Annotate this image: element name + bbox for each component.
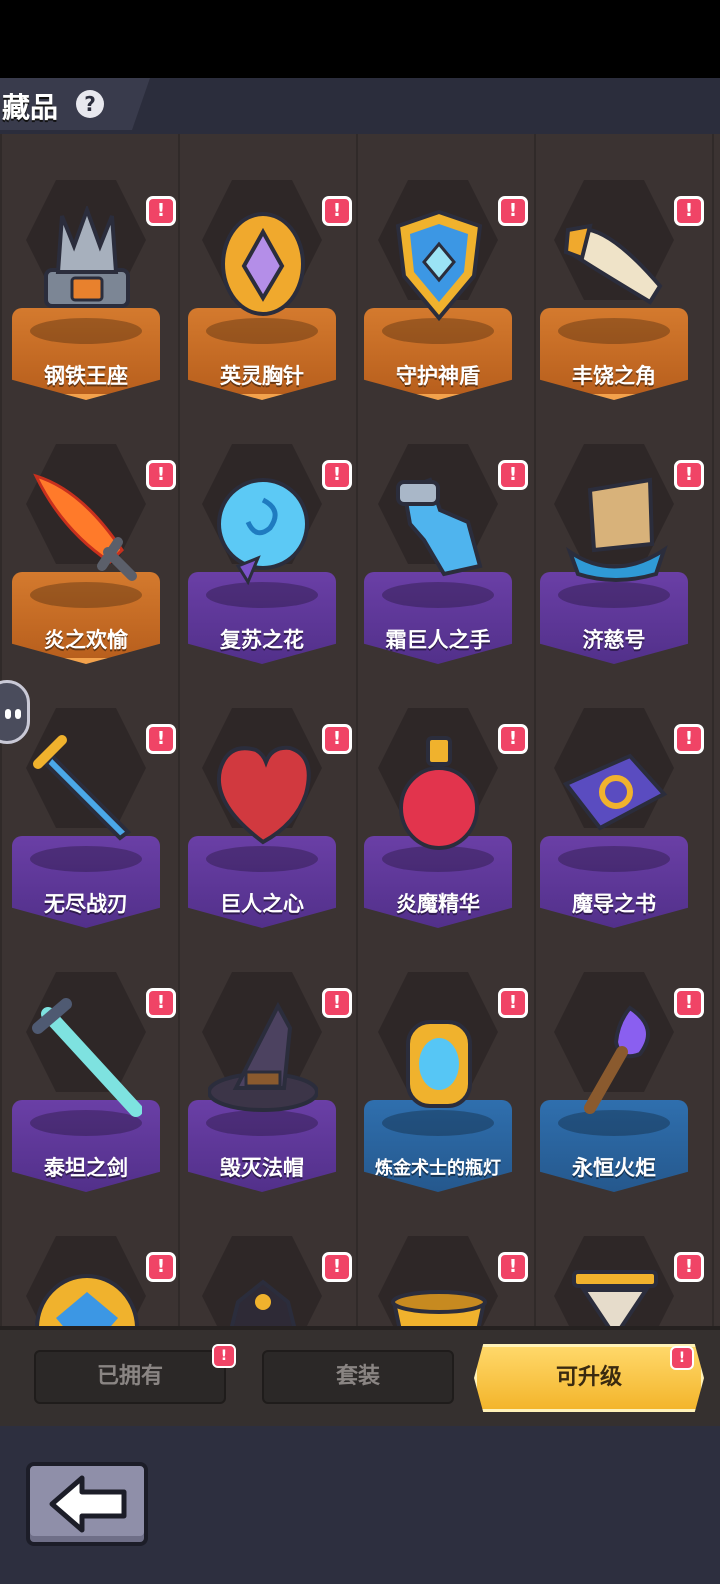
item-name: 复苏之花	[220, 628, 304, 652]
alert-badge-icon: !	[146, 988, 176, 1018]
flame-sword-icon	[32, 470, 142, 590]
alert-badge-icon: !	[322, 988, 352, 1018]
collection-slot[interactable]: 钢铁王座!	[2, 160, 176, 400]
status-bar-area	[0, 0, 720, 78]
titan-sword-icon	[32, 998, 143, 1118]
iron-throne-icon	[32, 204, 142, 326]
collection-slot[interactable]: 巨人之心!	[178, 688, 352, 928]
item-name: 济慈号	[582, 628, 646, 652]
alert-badge-icon: !	[322, 724, 352, 754]
collection-grid: 钢铁王座! 英灵胸针! 守护神盾! 丰饶之角! 炎之欢愉! 复苏之花! 霜巨人之手! 济慈号!…	[0, 134, 720, 1326]
alert-badge-icon: !	[146, 196, 176, 226]
alert-badge-icon: !	[674, 724, 704, 754]
torch-icon	[560, 998, 670, 1118]
tab-upgradable-alert-icon: !	[670, 1346, 694, 1370]
hourglass-icon	[560, 1262, 670, 1326]
item-name: 永恒火炬	[572, 1156, 656, 1180]
tab-upgradable-label: 可升级	[555, 1365, 622, 1390]
spellbook-icon	[560, 734, 670, 854]
cloak-icon	[208, 1262, 318, 1326]
arrow-left-icon	[49, 1475, 127, 1533]
alert-badge-icon: !	[498, 724, 528, 754]
footer	[0, 1426, 720, 1584]
item-name: 霜巨人之手	[385, 628, 491, 652]
lantern-icon	[384, 998, 494, 1118]
help-icon[interactable]: ?	[76, 90, 104, 118]
floating-assistant-handle[interactable]	[0, 680, 30, 744]
collection-slot[interactable]: 泰坦之剑!	[2, 952, 176, 1192]
collection-slot[interactable]: 魔导之书!	[530, 688, 704, 928]
collection-slot[interactable]: 济慈号!	[530, 424, 704, 664]
item-name: 守护神盾	[396, 364, 480, 388]
shield-icon	[384, 206, 494, 326]
item-name: 炎魔精华	[396, 892, 480, 916]
alert-badge-icon: !	[146, 460, 176, 490]
item-name: 炎之欢愉	[44, 628, 128, 652]
collection-slot[interactable]: !	[178, 1216, 352, 1326]
item-name: 毁灭法帽	[220, 1156, 304, 1180]
horn-icon	[560, 206, 670, 326]
collection-slot[interactable]: 永恒火炬!	[530, 952, 704, 1192]
alert-badge-icon: !	[146, 1252, 176, 1282]
collection-slot[interactable]: !	[2, 1216, 176, 1326]
alert-badge-icon: !	[322, 196, 352, 226]
item-name: 英灵胸针	[220, 364, 304, 388]
collection-slot[interactable]: 守护神盾!	[354, 160, 528, 400]
potion-icon	[384, 734, 494, 854]
tab-owned-label: 已拥有	[96, 1364, 163, 1389]
filter-tab-bar: 已拥有 ! 套装 可升级 !	[0, 1326, 720, 1426]
collection-slot[interactable]: !	[530, 1216, 704, 1326]
golden-cup-icon	[384, 1262, 494, 1326]
header: 藏品 ?	[0, 78, 720, 134]
alert-badge-icon: !	[674, 196, 704, 226]
heart-icon	[208, 734, 318, 854]
collection-slot[interactable]: 英灵胸针!	[178, 160, 352, 400]
brooch-icon	[208, 206, 318, 326]
frost-hand-icon	[384, 470, 494, 590]
alert-badge-icon: !	[498, 988, 528, 1018]
alert-badge-icon: !	[498, 460, 528, 490]
alert-badge-icon: !	[498, 196, 528, 226]
item-name: 钢铁王座	[44, 364, 128, 388]
blue-rose-icon	[208, 470, 318, 590]
page-title: 藏品	[2, 91, 59, 124]
item-name: 泰坦之剑	[44, 1156, 128, 1180]
collection-slot[interactable]: 毁灭法帽!	[178, 952, 352, 1192]
golden-sword-icon	[32, 734, 142, 854]
item-name: 巨人之心	[220, 892, 304, 916]
alert-badge-icon: !	[498, 1252, 528, 1282]
gem-crest-icon	[32, 1262, 142, 1326]
alert-badge-icon: !	[146, 724, 176, 754]
back-button[interactable]	[26, 1462, 148, 1546]
alert-badge-icon: !	[322, 460, 352, 490]
item-name: 丰饶之角	[572, 364, 656, 388]
collection-slot[interactable]: 霜巨人之手!	[354, 424, 528, 664]
item-name: 魔导之书	[572, 892, 656, 916]
ship-icon	[560, 470, 670, 590]
collection-slot[interactable]: 炎魔精华!	[354, 688, 528, 928]
collection-slot[interactable]: 炼金术士的瓶灯!	[354, 952, 528, 1192]
item-name: 无尽战刃	[44, 892, 128, 916]
collection-slot[interactable]: !	[354, 1216, 528, 1326]
alert-badge-icon: !	[674, 988, 704, 1018]
tab-owned[interactable]: 已拥有	[34, 1350, 226, 1404]
witch-hat-icon	[207, 998, 319, 1118]
alert-badge-icon: !	[322, 1252, 352, 1282]
tab-sets-label: 套装	[335, 1364, 380, 1389]
collection-slot[interactable]: 丰饶之角!	[530, 160, 704, 400]
tab-owned-alert-icon: !	[212, 1344, 236, 1368]
item-name: 炼金术士的瓶灯	[375, 1158, 501, 1179]
collection-slot[interactable]: 复苏之花!	[178, 424, 352, 664]
collection-slot[interactable]: 炎之欢愉!	[2, 424, 176, 664]
tab-sets[interactable]: 套装	[262, 1350, 454, 1404]
alert-badge-icon: !	[674, 1252, 704, 1282]
alert-badge-icon: !	[674, 460, 704, 490]
